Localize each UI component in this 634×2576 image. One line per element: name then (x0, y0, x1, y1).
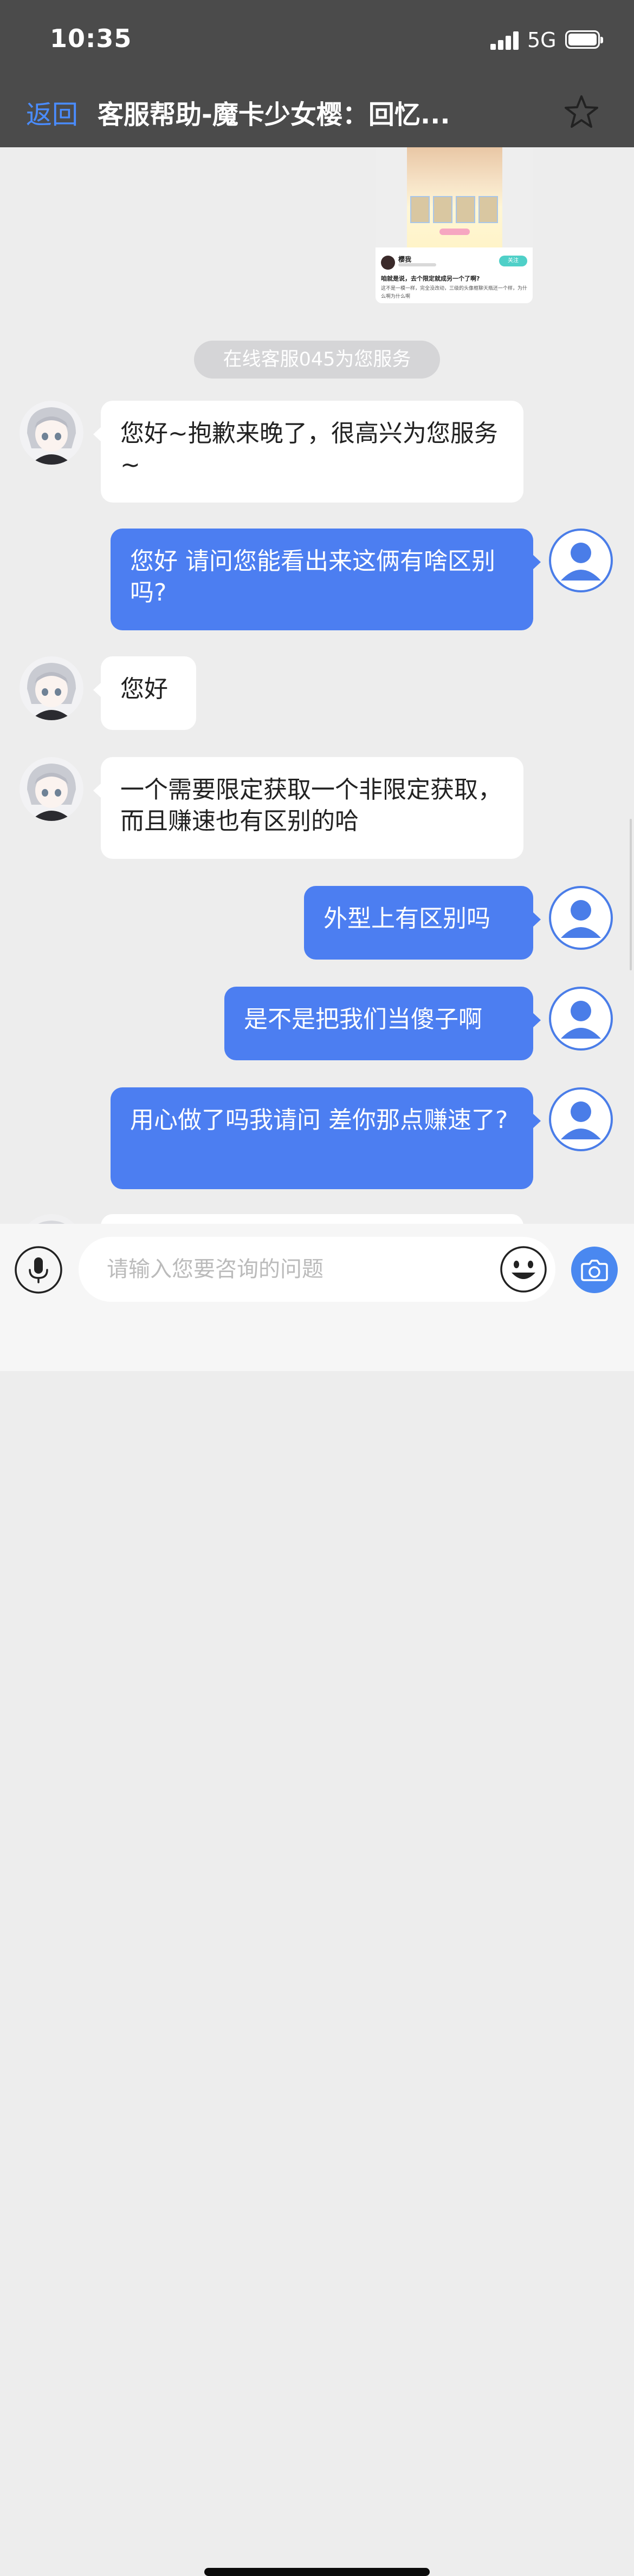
back-button[interactable]: 返回 (26, 93, 78, 131)
chat-area[interactable]: 樱我 关注 咱就是说，去个限定就成另一个了啊? 这不是一模一样，完全没改动，三级… (0, 147, 634, 1224)
user-avatar[interactable] (549, 987, 613, 1051)
home-indicator[interactable] (204, 2568, 430, 2576)
star-outline-icon[interactable] (562, 93, 600, 131)
agent-message-bubble[interactable]: 您好~抱歉来晚了，很高兴为您服务~ (93, 401, 523, 503)
question-input[interactable]: 请输入您要咨询的问题 (79, 1237, 555, 1302)
user-avatar[interactable] (549, 1087, 613, 1151)
user-message-bubble[interactable]: 是不是把我们当傻子啊 (224, 987, 541, 1060)
user-message-bubble[interactable]: 外型上有区别吗 (304, 886, 541, 960)
post-author-name: 樱我 (398, 256, 412, 263)
message-text: 是不是把我们当傻子啊 (244, 1006, 482, 1033)
agent-message-bubble-partial[interactable] (101, 1214, 523, 1224)
camera-icon[interactable] (571, 1247, 618, 1293)
user-message-bubble[interactable]: 用心做了吗我请问 差你那点赚速了? (111, 1087, 541, 1189)
user-message-bubble[interactable]: 您好 请问您能看出来这俩有啥区别吗? (111, 529, 541, 630)
agent-avatar[interactable] (20, 401, 83, 465)
network-type-label: 5G (527, 28, 557, 52)
message-text: 一个需要限定获取一个非限定获取，而且赚速也有区别的哈 (120, 776, 502, 835)
user-avatar[interactable] (549, 529, 613, 592)
agent-avatar[interactable] (20, 757, 83, 821)
shared-screenshot-image[interactable]: 樱我 关注 咱就是说，去个限定就成另一个了啊? 这不是一模一样，完全没改动，三级… (376, 147, 533, 303)
input-bar: 请输入您要咨询的问题 (0, 1224, 634, 2576)
agent-message-bubble[interactable]: 您好 (93, 656, 196, 730)
user-avatar[interactable] (549, 886, 613, 950)
post-title: 咱就是说，去个限定就成另一个了啊? (381, 275, 480, 282)
message-text: 外型上有区别吗 (324, 905, 490, 932)
signal-strength-icon (490, 30, 520, 50)
status-time: 10:35 (50, 24, 132, 53)
microphone-icon[interactable] (14, 1245, 63, 1294)
battery-icon (565, 30, 603, 49)
page-title: 客服帮助-魔卡少女樱：回忆... (98, 100, 450, 130)
agent-assigned-notice: 在线客服045为您服务 (194, 341, 440, 379)
scroll-indicator[interactable] (630, 819, 632, 970)
message-text: 用心做了吗我请问 差你那点赚速了? (130, 1106, 508, 1134)
top-header: 10:35 5G 返回 客服帮助-魔卡少女樱：回忆... (0, 0, 634, 147)
agent-message-bubble[interactable]: 一个需要限定获取一个非限定获取，而且赚速也有区别的哈 (93, 757, 523, 859)
post-excerpt: 这不是一模一样，完全没改动，三级的头像框聊天瓶还一个样，为什么啊为什么啊 (381, 286, 528, 299)
message-text: 您好 (120, 675, 168, 703)
smiley-face-icon[interactable] (500, 1245, 547, 1293)
message-text: 您好~抱歉来晚了，很高兴为您服务~ (120, 420, 498, 479)
agent-avatar[interactable] (20, 656, 83, 720)
message-text: 您好 请问您能看出来这俩有啥区别吗? (130, 547, 495, 606)
agent-avatar[interactable] (20, 1214, 83, 1224)
follow-button: 关注 (499, 256, 527, 266)
post-author-avatar (381, 256, 395, 270)
